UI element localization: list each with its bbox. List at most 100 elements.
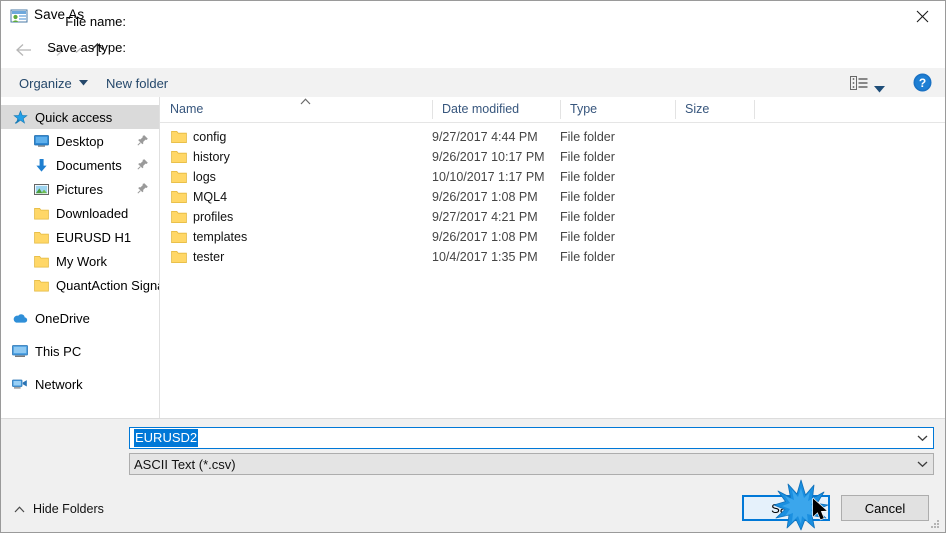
- save-as-type-select[interactable]: ASCII Text (*.csv): [129, 453, 934, 475]
- table-row[interactable]: profiles 9/27/2017 4:21 PM File folder: [160, 208, 945, 228]
- column-header-type-label: Type: [570, 102, 598, 116]
- hide-folders-button[interactable]: Hide Folders: [14, 502, 104, 516]
- chevron-up-icon: [14, 505, 25, 513]
- sidebar-item-onedrive[interactable]: OneDrive: [1, 306, 159, 330]
- help-button[interactable]: ?: [913, 73, 932, 92]
- table-row[interactable]: logs 10/10/2017 1:17 PM File folder: [160, 168, 945, 188]
- svg-text:?: ?: [919, 76, 926, 90]
- folder-icon: [33, 229, 49, 245]
- chevron-down-icon: [78, 80, 88, 86]
- file-type: File folder: [560, 210, 615, 224]
- column-header-name-label: Name: [170, 102, 204, 116]
- folder-icon: [33, 253, 49, 269]
- cancel-button[interactable]: Cancel: [841, 495, 929, 521]
- file-name: MQL4: [193, 190, 228, 204]
- close-icon: [916, 10, 928, 23]
- sidebar-item-label: Documents: [56, 157, 122, 173]
- sidebar-item-label: EURUSD H1: [56, 229, 132, 245]
- table-row[interactable]: tester 10/4/2017 1:35 PM File folder: [160, 248, 945, 268]
- file-date-modified: 9/27/2017 4:21 PM: [432, 210, 538, 224]
- column-headers: Name Date modified Type Size: [160, 97, 945, 123]
- resize-grip-icon[interactable]: [929, 517, 941, 529]
- file-name: logs: [193, 170, 216, 184]
- column-separator[interactable]: [754, 100, 755, 119]
- pictures-icon: [33, 181, 49, 197]
- file-date-modified: 10/4/2017 1:35 PM: [432, 250, 538, 264]
- save-button[interactable]: Save: [742, 495, 830, 521]
- star-pin-icon: [12, 109, 28, 125]
- sidebar-item-label: Desktop: [56, 133, 104, 149]
- folder-icon: [171, 230, 187, 245]
- sidebar-item-documents[interactable]: Documents: [1, 153, 159, 177]
- title-bar: Save As: [1, 1, 945, 32]
- save-as-type-dropdown-button[interactable]: [911, 454, 933, 474]
- sidebar-item-network[interactable]: Network: [1, 372, 159, 396]
- command-bar: Organize New folder: [1, 68, 945, 98]
- sidebar-item-desktop[interactable]: Desktop: [1, 129, 159, 153]
- sidebar-item-pictures[interactable]: Pictures: [1, 177, 159, 201]
- folder-icon: [171, 170, 187, 185]
- folder-icon: [171, 190, 187, 205]
- folder-icon: [171, 150, 187, 165]
- table-row[interactable]: MQL4 9/26/2017 1:08 PM File folder: [160, 188, 945, 208]
- new-folder-label: New folder: [106, 75, 169, 91]
- pin-icon[interactable]: [137, 158, 149, 170]
- file-date-modified: 9/26/2017 1:08 PM: [432, 230, 538, 244]
- sidebar-item-quantaction-signal[interactable]: QuantAction Signal: [1, 273, 159, 297]
- organize-label: Organize: [19, 75, 72, 91]
- new-folder-button[interactable]: New folder: [106, 73, 168, 93]
- file-type: File folder: [560, 150, 615, 164]
- pin-icon[interactable]: [137, 134, 149, 146]
- column-header-name[interactable]: Name: [160, 97, 432, 121]
- table-row[interactable]: templates 9/26/2017 1:08 PM File folder: [160, 228, 945, 248]
- file-type: File folder: [560, 170, 615, 184]
- organize-button[interactable]: Organize: [19, 73, 88, 93]
- chevron-down-icon: [917, 435, 927, 442]
- sidebar-item-label: OneDrive: [35, 310, 90, 326]
- file-name: config: [193, 130, 227, 144]
- column-header-date-label: Date modified: [442, 102, 520, 116]
- sidebar-item-label: My Work: [56, 253, 108, 269]
- details-view-icon[interactable]: [850, 76, 868, 90]
- chevron-down-icon: [917, 461, 927, 468]
- view-options-caret-icon[interactable]: [874, 80, 885, 98]
- file-name-label: File name:: [65, 14, 126, 29]
- file-date-modified: 9/26/2017 1:08 PM: [432, 190, 538, 204]
- save-as-type-value: ASCII Text (*.csv): [134, 456, 236, 472]
- column-header-type[interactable]: Type: [560, 97, 675, 121]
- file-type: File folder: [560, 230, 615, 244]
- folder-icon: [171, 130, 187, 145]
- sidebar-item-quick-access[interactable]: Quick access: [1, 105, 159, 129]
- documents-download-icon: [33, 157, 49, 173]
- sidebar-divider: [1, 363, 159, 372]
- folder-icon: [171, 250, 187, 265]
- file-name-input[interactable]: EURUSD2: [129, 427, 934, 449]
- hide-folders-label: Hide Folders: [33, 502, 104, 516]
- column-header-size-label: Size: [685, 102, 710, 116]
- folder-icon: [33, 277, 49, 293]
- file-type: File folder: [560, 190, 615, 204]
- save-as-type-label: Save as type:: [47, 40, 126, 55]
- column-header-size[interactable]: Size: [675, 97, 754, 121]
- table-row[interactable]: config 9/27/2017 4:44 PM File folder: [160, 128, 945, 148]
- sidebar-item-eurusd-h1[interactable]: EURUSD H1: [1, 225, 159, 249]
- close-button[interactable]: [899, 1, 945, 32]
- file-name-value: EURUSD2: [134, 429, 199, 447]
- navigation-sidebar: Quick access Desktop Documents Pictures …: [1, 97, 160, 418]
- file-name-dropdown-button[interactable]: [911, 428, 933, 448]
- column-header-date-modified[interactable]: Date modified: [432, 97, 560, 121]
- sidebar-item-this-pc[interactable]: This PC: [1, 339, 159, 363]
- sidebar-item-label: QuantAction Signal: [56, 277, 160, 293]
- file-date-modified: 9/26/2017 10:17 PM: [432, 150, 545, 164]
- table-row[interactable]: history 9/26/2017 10:17 PM File folder: [160, 148, 945, 168]
- sidebar-item-downloaded[interactable]: Downloaded: [1, 201, 159, 225]
- file-name: history: [193, 150, 230, 164]
- help-question-icon: ?: [913, 73, 932, 92]
- sidebar-item-label: Pictures: [56, 181, 103, 197]
- sidebar-item-label: Downloaded: [56, 205, 129, 221]
- network-icon: [12, 376, 28, 392]
- file-name: templates: [193, 230, 248, 244]
- sidebar-item-my-work[interactable]: My Work: [1, 249, 159, 273]
- pin-icon[interactable]: [137, 182, 149, 194]
- onedrive-cloud-icon: [12, 310, 28, 326]
